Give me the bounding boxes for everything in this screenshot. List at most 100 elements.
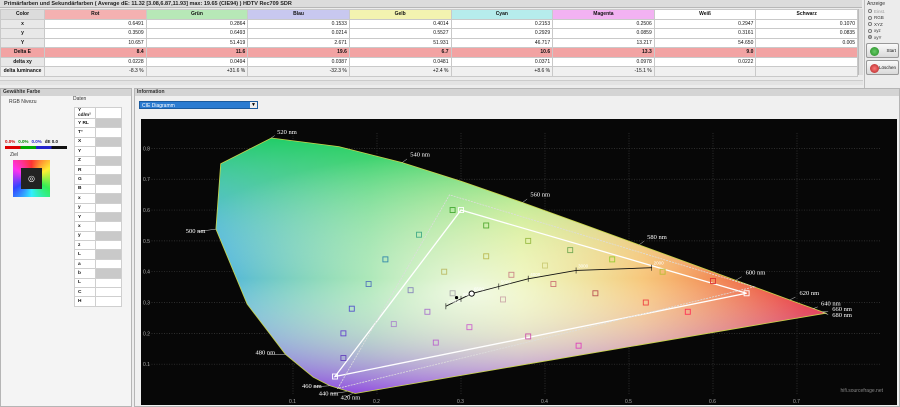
row-label: y — [0, 28, 45, 39]
data-field-label: T° — [74, 127, 96, 138]
loeschen-button[interactable]: Löschen — [866, 59, 899, 75]
watermark: hifi.sourcefrage.net — [840, 388, 883, 394]
data-field-row: Y RL — [74, 117, 122, 129]
table-cell: 0.0222 — [653, 56, 757, 67]
row-label: delta xy — [0, 56, 45, 67]
diagram-dropdown-value: CIE Diagramm — [142, 103, 175, 109]
diagram-dropdown[interactable]: CIE Diagramm ▼ — [139, 101, 258, 109]
table-cell: 0.1070 — [755, 18, 858, 29]
table-row: Y 10.657 51.419 2.671 51.931 46.717 13.217 54.6… — [0, 37, 858, 48]
row-label: delta luminance — [0, 66, 45, 77]
loeschen-button-label: Löschen — [878, 64, 896, 70]
table-cell: +2.4 % — [348, 66, 452, 77]
table-vertical-scrollbar[interactable] — [858, 9, 863, 75]
table-cell: 0.2506 — [552, 18, 655, 29]
cct-label: 5000 — [501, 280, 512, 285]
data-field-row: y — [74, 202, 122, 213]
data-field-row: T° — [74, 127, 122, 138]
table-cell: 51.931 — [348, 37, 452, 48]
y-tick-label: 0.5 — [143, 239, 150, 245]
y-tick-label: 0.1 — [143, 362, 150, 368]
y-tick-label: 0.4 — [143, 270, 150, 276]
display-mode-group: Einst. RGB XYZ xyz xyY — [865, 8, 900, 41]
red-value: 0.0% — [5, 139, 16, 144]
start-button[interactable]: Start — [866, 42, 899, 58]
table-cell: 0.0371 — [450, 56, 554, 67]
table-cell: 0.3161 — [653, 28, 757, 39]
data-field-row: b — [74, 268, 122, 279]
data-field-value — [95, 127, 122, 138]
table-cell: 0.0228 — [44, 56, 147, 67]
wavelength-tick — [522, 198, 528, 203]
data-field-label: x — [74, 221, 96, 232]
data-field-value — [95, 249, 122, 260]
table-cell: -15.1 % — [552, 66, 655, 77]
table-cell: 0.0214 — [247, 28, 350, 39]
column-header-4: Gelb — [348, 9, 452, 20]
information-title: Information — [135, 89, 899, 96]
data-field-value — [95, 183, 122, 195]
table-horizontal-scrollbar[interactable] — [0, 80, 863, 85]
wavelength-label: 580 nm — [647, 234, 667, 241]
data-field-value — [95, 230, 122, 242]
table-cell: 10.6 — [450, 47, 554, 58]
table-cell: 0.0494 — [145, 56, 249, 67]
x-tick-label: 0.3 — [457, 399, 464, 405]
data-field-value — [95, 193, 122, 204]
rgb-balance-bars — [5, 146, 67, 149]
radio-4[interactable]: xyY — [865, 34, 900, 41]
cct-label: 6500 — [474, 287, 485, 292]
selected-color-title: Gewählte Farbe — [1, 89, 131, 96]
table-cell: 19.6 — [247, 47, 350, 58]
data-field-value — [95, 136, 122, 148]
table-cell: 0.0835 — [755, 28, 858, 39]
wavelength-label: 600 nm — [746, 269, 766, 276]
data-field-label: b — [74, 268, 96, 279]
wavelength-label: 460 nm — [302, 383, 322, 390]
table-cell: 13.217 — [552, 37, 655, 48]
x-tick-label: 0.5 — [625, 399, 632, 405]
cct-label: 4000 — [530, 272, 541, 277]
table-cell: +8.6 % — [450, 66, 554, 77]
data-field-label: B — [74, 183, 96, 195]
data-field-label: x — [74, 193, 96, 204]
delete-icon — [870, 63, 879, 73]
table-cell: 0.5527 — [348, 28, 452, 39]
data-field-value — [95, 287, 122, 298]
column-header-3: Blau — [247, 9, 350, 20]
table-cell: 0.0387 — [247, 56, 350, 67]
data-field-row: L — [74, 249, 122, 260]
data-field-value — [95, 164, 122, 176]
data-field-value — [95, 240, 122, 251]
data-field-row: L — [74, 277, 122, 289]
table-header-row: Color Rot Grün Blau Gelb Cyan Magenta Weiß Schwa… — [0, 9, 858, 20]
table-row: delta xy 0.0228 0.0494 0.0387 0.0481 0.0371 0.… — [0, 56, 858, 67]
radio-label: RGB — [874, 15, 884, 21]
data-field-value — [95, 146, 122, 157]
wavelength-label: 540 nm — [410, 152, 430, 159]
data-field-label: y — [74, 230, 96, 242]
cie-chart-svg: 0.1 0.2 0.3 0.4 0.5 0.6 0.7 0.1 0.2 0.3 0.4 0.5 0.6 0… — [143, 129, 881, 405]
table-cell: 11.6 — [145, 47, 249, 58]
table-cell: 46.717 — [450, 37, 554, 48]
radio-button-icon — [868, 9, 872, 14]
table-cell: 0.0978 — [552, 56, 655, 67]
start-button-label: Start — [886, 47, 896, 53]
table-cell — [755, 47, 858, 58]
data-field-row: x — [74, 221, 122, 232]
table-cell: 0.1533 — [247, 18, 350, 29]
anzeige-title: Anzeige — [867, 1, 886, 7]
wavelength-label: 620 nm — [799, 290, 819, 297]
row-label: Delta E — [0, 47, 45, 58]
radio-button-icon — [868, 15, 872, 20]
spectral-locus-white — [215, 138, 827, 394]
table-row: delta luminance -8.3 % +31.6 % -32.3 % +2.4 … — [0, 66, 858, 77]
table-cell: 0.2864 — [145, 18, 249, 29]
data-field-label: Z — [74, 155, 96, 166]
daten-label: Daten — [73, 96, 87, 102]
table-cell: 13.3 — [552, 47, 655, 58]
x-tick-label: 0.4 — [541, 399, 548, 405]
data-field-label: H — [74, 296, 96, 307]
anzeige-panel: Anzeige Einst. RGB XYZ xyz xyY Start Löschen — [864, 0, 900, 88]
row-label: Y — [0, 37, 45, 48]
